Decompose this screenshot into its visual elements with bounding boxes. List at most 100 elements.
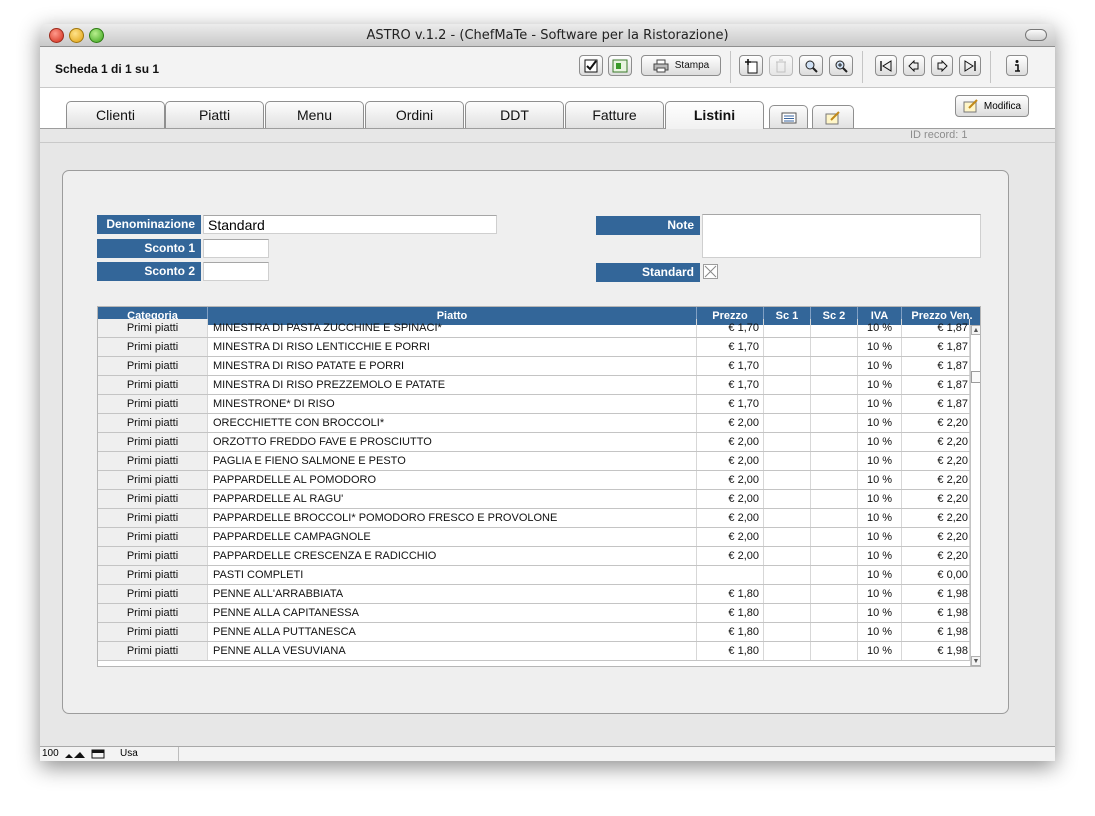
cell-iva[interactable]: 10 % (858, 585, 902, 603)
cell-prezzo-ven[interactable]: € 1,98 (902, 604, 970, 622)
table-row[interactable]: Primi piatti MINESTRA DI RISO PREZZEMOLO … (98, 376, 970, 395)
cell-iva[interactable]: 10 % (858, 338, 902, 356)
tab-listini[interactable]: Listini (665, 101, 764, 129)
tab-fatture[interactable]: Fatture (565, 101, 664, 128)
cell-piatto[interactable]: MINESTRA DI PASTA ZUCCHINE E SPINACI* (208, 319, 697, 337)
sconto2-field[interactable] (203, 262, 269, 281)
cell-sc2[interactable] (811, 376, 858, 394)
cell-prezzo-ven[interactable]: € 2,20 (902, 528, 970, 546)
cell-sc2[interactable] (811, 585, 858, 603)
cell-iva[interactable]: 10 % (858, 566, 902, 584)
cell-iva[interactable]: 10 % (858, 642, 902, 660)
cell-sc1[interactable] (764, 623, 811, 641)
cell-piatto[interactable]: ORZOTTO FREDDO FAVE E PROSCIUTTO (208, 433, 697, 451)
cell-prezzo-ven[interactable]: € 1,87 (902, 357, 970, 375)
cell-categoria[interactable]: Primi piatti (98, 471, 208, 489)
cell-iva[interactable]: 10 % (858, 547, 902, 565)
cell-iva[interactable]: 10 % (858, 357, 902, 375)
cell-sc2[interactable] (811, 357, 858, 375)
cell-prezzo[interactable]: € 2,00 (697, 547, 764, 565)
cell-categoria[interactable]: Primi piatti (98, 357, 208, 375)
cell-iva[interactable]: 10 % (858, 433, 902, 451)
tab-piatti[interactable]: Piatti (165, 101, 264, 128)
cell-sc1[interactable] (764, 585, 811, 603)
cell-prezzo-ven[interactable]: € 1,87 (902, 338, 970, 356)
cell-piatto[interactable]: PAPPARDELLE BROCCOLI* POMODORO FRESCO E … (208, 509, 697, 527)
export-button[interactable] (608, 55, 632, 76)
cell-prezzo-ven[interactable]: € 0,00 (902, 566, 970, 584)
cell-sc1[interactable] (764, 357, 811, 375)
cell-prezzo[interactable]: € 1,70 (697, 319, 764, 337)
table-row[interactable]: Primi piatti MINESTRA DI PASTA ZUCCHINE E… (98, 319, 970, 338)
cell-prezzo-ven[interactable]: € 1,87 (902, 395, 970, 413)
cell-categoria[interactable]: Primi piatti (98, 547, 208, 565)
omit-button[interactable] (579, 55, 603, 76)
cell-sc1[interactable] (764, 471, 811, 489)
cell-iva[interactable]: 10 % (858, 414, 902, 432)
cell-prezzo-ven[interactable]: € 1,87 (902, 319, 970, 337)
table-row[interactable]: Primi piatti PENNE ALLA CAPITANESSA € 1,80… (98, 604, 970, 623)
table-scrollbar[interactable]: ▲ ▼ (970, 325, 980, 666)
cell-prezzo-ven[interactable]: € 1,98 (902, 623, 970, 641)
zoom-level[interactable]: 100 (42, 748, 59, 759)
table-row[interactable]: Primi piatti PAPPARDELLE AL RAGU' € 2,00 10… (98, 490, 970, 509)
cell-piatto[interactable]: MINESTRA DI RISO LENTICCHIE E PORRI (208, 338, 697, 356)
cell-sc1[interactable] (764, 395, 811, 413)
cell-sc1[interactable] (764, 452, 811, 470)
cell-categoria[interactable]: Primi piatti (98, 528, 208, 546)
find-all-button[interactable] (829, 55, 853, 76)
tab-list-view[interactable] (769, 105, 808, 128)
cell-sc1[interactable] (764, 433, 811, 451)
cell-categoria[interactable]: Primi piatti (98, 623, 208, 641)
cell-prezzo[interactable]: € 1,70 (697, 338, 764, 356)
cell-iva[interactable]: 10 % (858, 471, 902, 489)
cell-prezzo[interactable]: € 2,00 (697, 509, 764, 527)
sconto1-field[interactable] (203, 239, 269, 258)
cell-prezzo-ven[interactable]: € 2,20 (902, 547, 970, 565)
tab-clienti[interactable]: Clienti (66, 101, 165, 128)
cell-piatto[interactable]: PENNE ALLA PUTTANESCA (208, 623, 697, 641)
cell-sc2[interactable] (811, 566, 858, 584)
table-row[interactable]: Primi piatti PAPPARDELLE CAMPAGNOLE € 2,00… (98, 528, 970, 547)
cell-sc2[interactable] (811, 471, 858, 489)
table-row[interactable]: Primi piatti PENNE ALLA PUTTANESCA € 1,80 1… (98, 623, 970, 642)
cell-sc1[interactable] (764, 566, 811, 584)
cell-sc2[interactable] (811, 623, 858, 641)
standard-checkbox[interactable] (703, 264, 718, 279)
cell-iva[interactable]: 10 % (858, 509, 902, 527)
tab-menu[interactable]: Menu (265, 101, 364, 128)
cell-piatto[interactable]: PAPPARDELLE CAMPAGNOLE (208, 528, 697, 546)
cell-sc2[interactable] (811, 490, 858, 508)
cell-prezzo[interactable]: € 1,80 (697, 585, 764, 603)
prev-record-button[interactable] (903, 55, 925, 76)
cell-sc2[interactable] (811, 395, 858, 413)
next-record-button[interactable] (931, 55, 953, 76)
cell-sc2[interactable] (811, 319, 858, 337)
note-field[interactable] (702, 214, 981, 258)
cell-iva[interactable]: 10 % (858, 452, 902, 470)
cell-sc2[interactable] (811, 528, 858, 546)
cell-categoria[interactable]: Primi piatti (98, 395, 208, 413)
modifica-button[interactable]: Modifica (955, 95, 1029, 117)
table-row[interactable]: Primi piatti PAGLIA E FIENO SALMONE E PES… (98, 452, 970, 471)
table-row[interactable]: Primi piatti ORECCHIETTE CON BROCCOLI* € 2… (98, 414, 970, 433)
cell-prezzo-ven[interactable]: € 2,20 (902, 471, 970, 489)
table-row[interactable]: Primi piatti PENNE ALLA VESUVIANA € 1,80 10… (98, 642, 970, 661)
cell-prezzo[interactable]: € 2,00 (697, 433, 764, 451)
cell-piatto[interactable]: PAGLIA E FIENO SALMONE E PESTO (208, 452, 697, 470)
cell-prezzo[interactable]: € 1,70 (697, 376, 764, 394)
cell-sc1[interactable] (764, 642, 811, 660)
cell-sc1[interactable] (764, 528, 811, 546)
cell-prezzo-ven[interactable]: € 2,20 (902, 490, 970, 508)
cell-prezzo[interactable]: € 2,00 (697, 452, 764, 470)
cell-prezzo[interactable]: € 1,80 (697, 623, 764, 641)
table-row[interactable]: Primi piatti PAPPARDELLE BROCCOLI* POMODO… (98, 509, 970, 528)
zoom-icon[interactable] (64, 749, 86, 759)
table-row[interactable]: Primi piatti MINESTRA DI RISO LENTICCHIE … (98, 338, 970, 357)
cell-sc2[interactable] (811, 642, 858, 660)
cell-piatto[interactable]: MINESTRONE* DI RISO (208, 395, 697, 413)
cell-piatto[interactable]: MINESTRA DI RISO PATATE E PORRI (208, 357, 697, 375)
cell-iva[interactable]: 10 % (858, 528, 902, 546)
cell-sc1[interactable] (764, 319, 811, 337)
cell-prezzo-ven[interactable]: € 1,87 (902, 376, 970, 394)
